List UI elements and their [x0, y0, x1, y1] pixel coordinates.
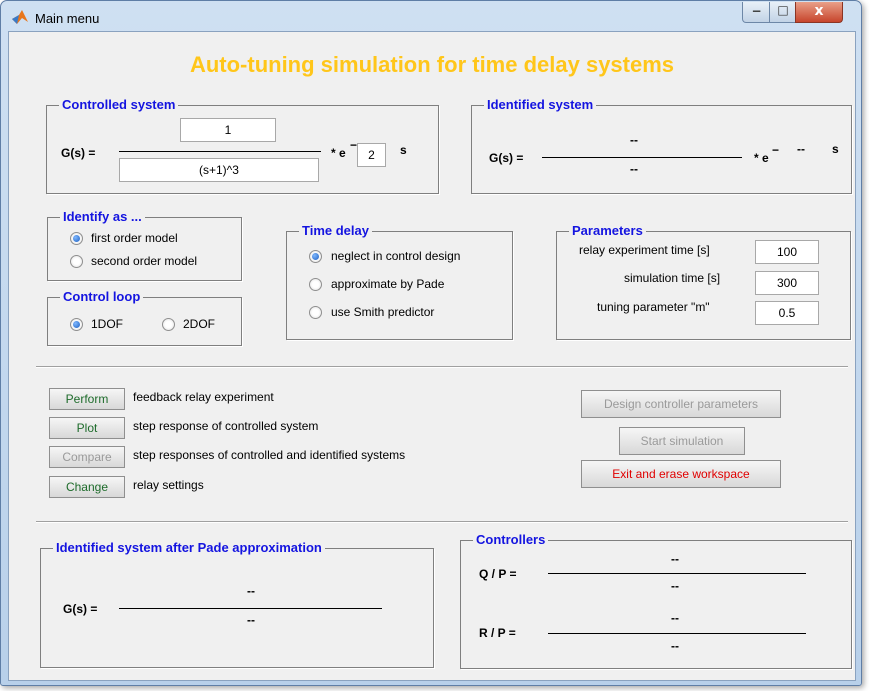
minimize-icon: − [751, 4, 762, 18]
controlled-delay-field[interactable]: 2 [357, 143, 386, 167]
compare-button[interactable]: Compare [49, 446, 125, 468]
perform-description: feedback relay experiment [133, 390, 274, 404]
controlled-denominator-field[interactable]: (s+1)^3 [119, 158, 319, 182]
controlled-numerator-field[interactable]: 1 [180, 118, 276, 142]
neglect-delay-radio[interactable] [309, 250, 322, 263]
tuning-m-label: tuning parameter "m" [597, 300, 710, 314]
smith-predictor-label[interactable]: use Smith predictor [331, 305, 434, 319]
client-area: Auto-tuning simulation for time delay sy… [8, 31, 856, 681]
controlled-exp-sign: − [350, 138, 358, 152]
title-bar[interactable]: Main menu − □ x [1, 1, 861, 31]
qp-fraction-line [548, 573, 806, 574]
controlled-exp-prefix: * e [331, 146, 346, 160]
pade-denominator: -- [247, 613, 255, 627]
qp-denominator: -- [671, 579, 679, 593]
time-delay-title: Time delay [299, 223, 372, 239]
neglect-delay-label[interactable]: neglect in control design [331, 249, 460, 263]
identified-exp-sign: − [772, 143, 780, 157]
identify-as-title: Identify as ... [60, 209, 145, 225]
second-order-radio[interactable] [70, 255, 83, 268]
matlab-icon [12, 10, 28, 24]
2dof-radio[interactable] [162, 318, 175, 331]
pade-radio[interactable] [309, 278, 322, 291]
parameters-title: Parameters [569, 223, 646, 239]
control-loop-panel: Control loop 1DOF 2DOF [47, 289, 242, 346]
design-controller-button[interactable]: Design controller parameters [581, 390, 781, 418]
2dof-label[interactable]: 2DOF [183, 317, 215, 331]
control-loop-title: Control loop [60, 289, 144, 305]
pade-numerator: -- [247, 584, 255, 598]
perform-button[interactable]: Perform [49, 388, 125, 410]
pade-label[interactable]: approximate by Pade [331, 277, 444, 291]
1dof-label[interactable]: 1DOF [91, 317, 123, 331]
identified-delay: -- [797, 142, 805, 156]
controlled-gs-label: G(s) = [61, 146, 96, 160]
identified-fraction-line [542, 157, 742, 158]
simulation-time-input[interactable]: 300 [755, 271, 819, 295]
close-button[interactable]: x [795, 2, 843, 23]
first-order-label[interactable]: first order model [91, 231, 178, 245]
identified-gs-label: G(s) = [489, 151, 524, 165]
second-order-label[interactable]: second order model [91, 254, 197, 268]
pade-system-title: Identified system after Pade approximati… [53, 540, 325, 556]
controlled-fraction-line [119, 151, 321, 152]
start-simulation-button[interactable]: Start simulation [619, 427, 745, 455]
exit-erase-button[interactable]: Exit and erase workspace [581, 460, 781, 488]
separator-top [36, 366, 848, 368]
change-description: relay settings [133, 478, 204, 492]
window-title: Main menu [35, 11, 100, 26]
plot-button[interactable]: Plot [49, 417, 125, 439]
tuning-m-input[interactable]: 0.5 [755, 301, 819, 325]
separator-bottom [36, 521, 848, 523]
qp-numerator: -- [671, 552, 679, 566]
close-icon: x [814, 3, 824, 19]
relay-time-label: relay experiment time [s] [579, 243, 710, 257]
pade-gs-label: G(s) = [63, 602, 98, 616]
pade-fraction-line [119, 608, 382, 609]
identified-numerator: -- [630, 133, 638, 147]
1dof-radio[interactable] [70, 318, 83, 331]
rp-fraction-line [548, 633, 806, 634]
time-delay-panel: Time delay neglect in control design app… [286, 223, 513, 340]
rp-numerator: -- [671, 611, 679, 625]
minimize-button[interactable]: − [742, 2, 771, 23]
controlled-system-panel: Controlled system G(s) = 1 (s+1)^3 * e −… [46, 97, 439, 194]
compare-description: step responses of controlled and identif… [133, 448, 406, 462]
controlled-unit-label: s [400, 143, 407, 157]
main-window: Main menu − □ x Auto-tuning simulation f… [0, 0, 862, 686]
maximize-icon: □ [777, 3, 789, 17]
controllers-panel: Controllers Q / P = -- -- R / P = -- -- [460, 532, 852, 669]
first-order-radio[interactable] [70, 232, 83, 245]
identified-exp-prefix: * e [754, 151, 769, 165]
simulation-time-label: simulation time [s] [624, 271, 721, 285]
pade-system-panel: Identified system after Pade approximati… [40, 540, 434, 668]
relay-time-input[interactable]: 100 [755, 240, 819, 264]
controlled-system-title: Controlled system [59, 97, 179, 113]
page-title: Auto-tuning simulation for time delay sy… [189, 52, 675, 77]
smith-predictor-radio[interactable] [309, 306, 322, 319]
parameters-panel: Parameters relay experiment time [s] 100… [556, 223, 851, 340]
identified-system-title: Identified system [484, 97, 597, 113]
identified-denominator: -- [630, 162, 638, 176]
change-button[interactable]: Change [49, 476, 125, 498]
identify-as-panel: Identify as ... first order model second… [47, 209, 242, 281]
identified-unit-label: s [832, 142, 839, 156]
rp-label: R / P = [479, 626, 516, 640]
maximize-button[interactable]: □ [769, 2, 797, 23]
qp-label: Q / P = [479, 567, 517, 581]
controllers-title: Controllers [473, 532, 549, 548]
rp-denominator: -- [671, 639, 679, 653]
plot-description: step response of controlled system [133, 419, 319, 433]
identified-system-panel: Identified system G(s) = -- -- * e − -- … [471, 97, 852, 194]
